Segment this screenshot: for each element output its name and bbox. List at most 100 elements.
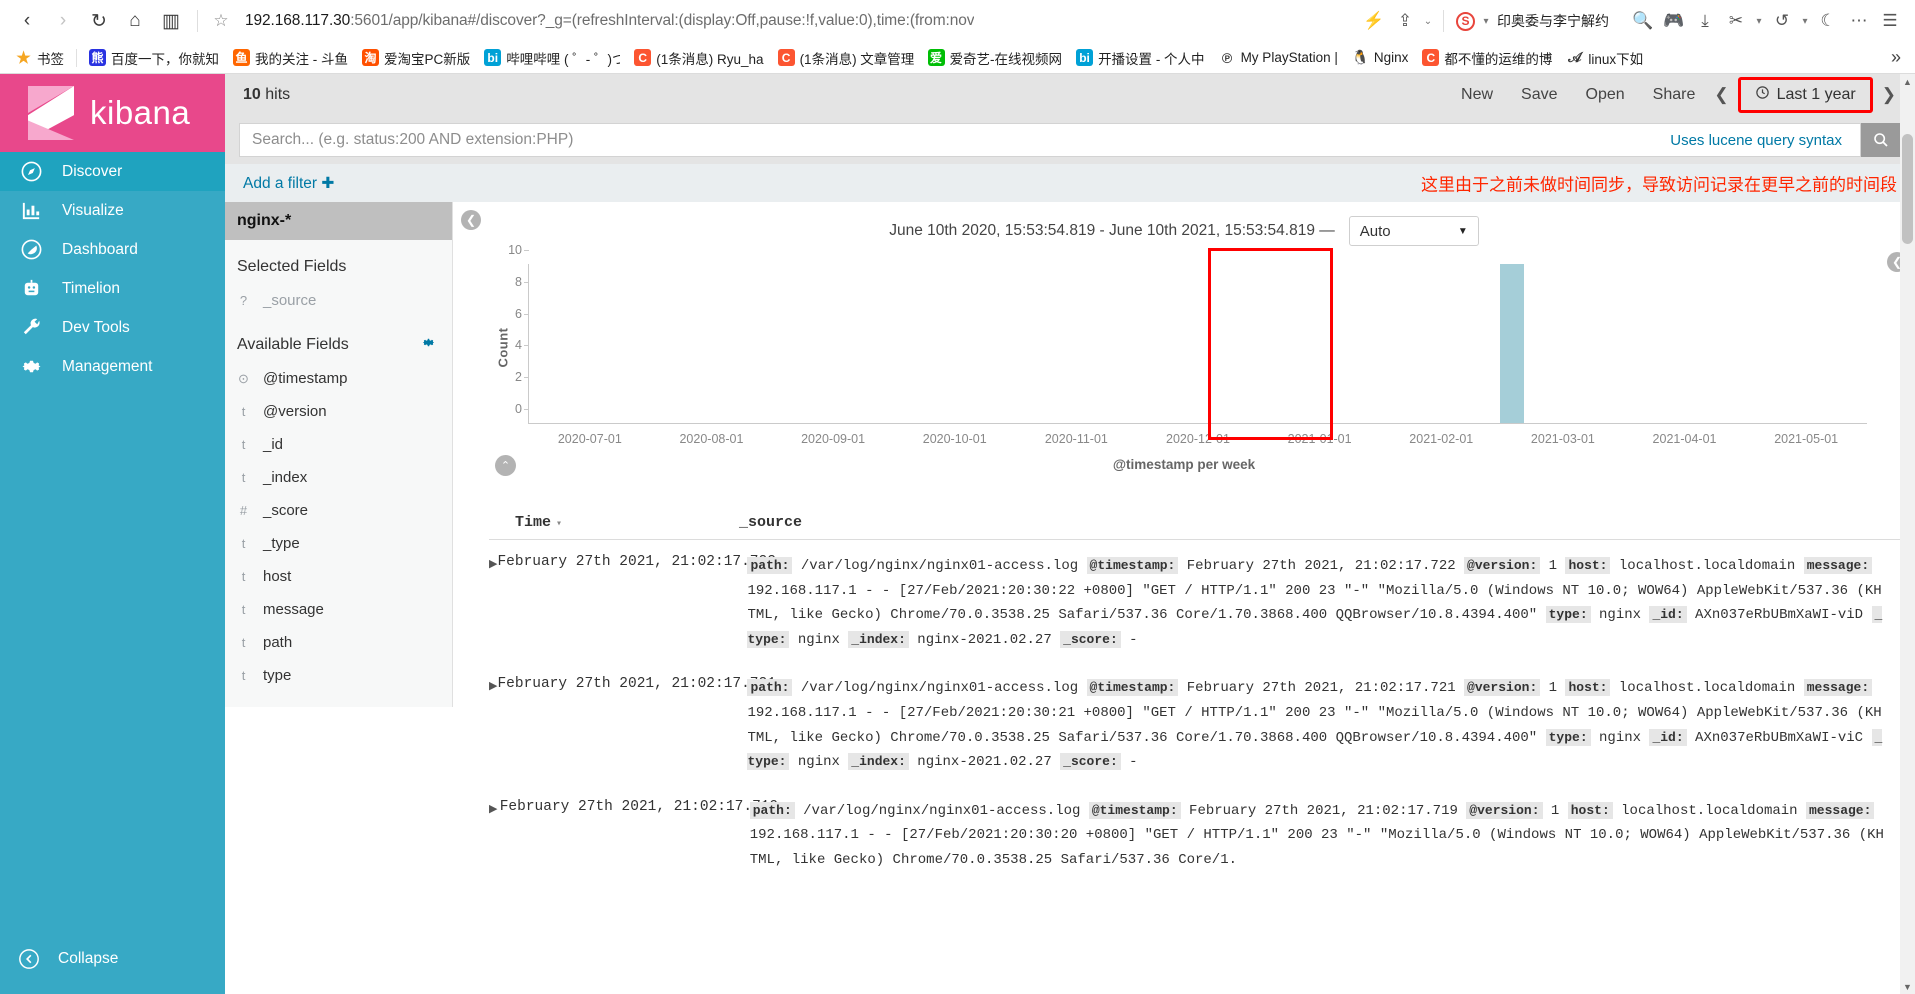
home-button[interactable]: ⌂	[118, 4, 152, 38]
field-item[interactable]: t _type	[225, 527, 452, 560]
chart-bar[interactable]	[1500, 264, 1525, 423]
lightning-icon[interactable]: ⚡	[1359, 6, 1389, 36]
bookmark-item[interactable]: bi 开播设置 - 个人中	[1069, 45, 1212, 71]
field-item[interactable]: t _index	[225, 461, 452, 494]
game-icon[interactable]: 🎮	[1659, 6, 1689, 36]
field-item[interactable]: ? _source	[225, 284, 452, 317]
source-field-key: @timestamp:	[1088, 801, 1181, 819]
field-panel: nginx-* Selected Fields ? _source Availab…	[225, 202, 453, 707]
sidebar-item-visualize[interactable]: Visualize	[0, 191, 225, 230]
bookmarks-overflow-button[interactable]: »	[1885, 47, 1907, 68]
source-field-key: path:	[747, 557, 793, 574]
chart-x-tick: 2020-08-01	[679, 432, 744, 446]
sidebar-item-discover[interactable]: Discover	[0, 152, 225, 191]
field-item[interactable]: t host	[225, 560, 452, 593]
bookmark-item[interactable]: ℗ My PlayStation |	[1212, 45, 1345, 71]
back-button[interactable]: ‹	[10, 4, 44, 38]
bar-chart-icon	[18, 198, 44, 224]
sidebar-item-dashboard[interactable]: Dashboard	[0, 230, 225, 269]
menu-icon[interactable]: ☰	[1875, 6, 1905, 36]
bookmark-item[interactable]: 淘爱淘宝PC新版	[355, 45, 477, 71]
moon-icon[interactable]: ☾	[1813, 6, 1843, 36]
bookmark-item[interactable]: 🐧 Nginx	[1345, 45, 1416, 71]
bookmark-item[interactable]: C 都不懂的运维的博	[1415, 45, 1559, 71]
field-item[interactable]: ⊙ @timestamp	[225, 362, 452, 395]
column-header-time[interactable]: Time ▾	[489, 514, 739, 531]
field-item[interactable]: t _id	[225, 428, 452, 461]
bookmark-item[interactable]: bi 哔哩哔哩 ( ゜- ゜)つ	[477, 45, 627, 71]
time-prev-button[interactable]: ❮	[1709, 85, 1733, 105]
discover-main: nginx-* Selected Fields ? _source Availab…	[225, 202, 1915, 994]
bookmark-star-icon[interactable]: ☆	[207, 11, 235, 31]
field-name: _id	[263, 436, 284, 453]
source-field-value: February 27th 2021, 21:02:17.722	[1178, 558, 1465, 574]
source-field-value: /var/log/nginx/nginx01-access.log	[792, 680, 1087, 697]
chart-collapse-arrow-icon[interactable]: ⌃	[495, 455, 516, 476]
search-bar[interactable]: Search... (e.g. status:200 AND extension…	[239, 123, 1861, 157]
reload-button[interactable]: ↻	[82, 4, 116, 38]
share-icon[interactable]: ⇪	[1390, 6, 1420, 36]
scroll-up-arrow-icon[interactable]: ▲	[1900, 74, 1915, 89]
sidebar-item-management[interactable]: Management	[0, 347, 225, 386]
chart-plot-area[interactable]: 0 2 4 6 8 10 2020-07-01 2020-08-01 2020-09-01 202…	[508, 243, 1867, 446]
sidebar-item-timelion[interactable]: Timelion	[0, 269, 225, 308]
field-item[interactable]: # _score	[225, 494, 452, 527]
source-field-value: localhost.localdomain	[1612, 802, 1806, 819]
bookmark-item[interactable]: C (1条消息) 文章管理	[771, 45, 921, 71]
lucene-syntax-link[interactable]: Uses lucene query syntax	[1670, 132, 1848, 149]
chevron-down-icon[interactable]: ▾	[1752, 6, 1766, 36]
expand-row-caret-icon[interactable]: ▶	[489, 676, 497, 774]
download-icon[interactable]: ⤓	[1690, 6, 1720, 36]
sogou-search-widget[interactable]: S ▾ 印奥委与李宁解约	[1456, 6, 1609, 36]
cell-source: path: /var/log/nginx/nginx01-access.log …	[749, 799, 1915, 873]
chevron-down-icon[interactable]: ▾	[1479, 6, 1493, 36]
search-icon[interactable]: 🔍	[1628, 6, 1658, 36]
bookmark-item[interactable]: 鱼我的关注 - 斗鱼	[226, 45, 355, 71]
table-row[interactable]: ▶ February 27th 2021, 21:02:17.719 path: /…	[489, 785, 1915, 883]
table-row[interactable]: ▶ February 27th 2021, 21:02:17.722 path: /…	[489, 540, 1915, 662]
undo-icon[interactable]: ↺	[1767, 6, 1797, 36]
expand-row-caret-icon[interactable]: ▶	[489, 799, 500, 873]
scroll-down-arrow-icon[interactable]: ▼	[1900, 979, 1915, 994]
sort-caret-icon: ▾	[556, 519, 563, 530]
vertical-scrollbar[interactable]: ▲ ▼	[1900, 74, 1915, 994]
search-input[interactable]: Search... (e.g. status:200 AND extension…	[252, 131, 1670, 149]
sogou-hot-topic[interactable]: 印奥委与李宁解约	[1497, 11, 1609, 31]
table-row[interactable]: ▶ February 27th 2021, 21:02:17.721 path: /…	[489, 662, 1915, 784]
scissors-icon[interactable]: ✂	[1721, 6, 1751, 36]
add-filter-button[interactable]: Add a filter ✚	[243, 174, 334, 193]
index-pattern-selector[interactable]: nginx-*	[225, 202, 452, 240]
save-button[interactable]: Save	[1507, 86, 1571, 104]
bookmark-item[interactable]: 𝒜linux下如	[1559, 45, 1650, 71]
time-range-picker[interactable]: Last 1 year	[1737, 77, 1873, 113]
search-submit-button[interactable]	[1861, 123, 1901, 157]
interval-value: Auto	[1359, 222, 1391, 240]
scrollbar-thumb[interactable]	[1902, 134, 1913, 244]
gear-icon[interactable]	[421, 335, 436, 354]
more-icon[interactable]: ⋯	[1844, 6, 1874, 36]
interval-select[interactable]: Auto ▼	[1348, 216, 1479, 246]
share-button[interactable]: Share	[1639, 86, 1710, 104]
expand-row-caret-icon[interactable]: ▶	[489, 554, 497, 652]
reader-mode-icon[interactable]: ▥	[154, 4, 188, 38]
field-item[interactable]: t message	[225, 593, 452, 626]
bookmark-item[interactable]: C (1条消息) Ryu_ha	[627, 45, 770, 71]
chevron-down-icon[interactable]: ⌄	[1421, 6, 1435, 36]
sidebar-collapse-button[interactable]: Collapse	[0, 940, 225, 978]
time-next-button[interactable]: ❯	[1877, 85, 1901, 105]
open-button[interactable]: Open	[1572, 86, 1639, 104]
field-item[interactable]: t @version	[225, 395, 452, 428]
forward-button[interactable]: ›	[46, 4, 80, 38]
address-bar[interactable]: ☆ 192.168.117.30:5601/app/kibana#/discov…	[207, 4, 1357, 38]
chevron-down-icon[interactable]: ▾	[1798, 6, 1812, 36]
bookmark-item[interactable]: 熊百度一下，你就知	[82, 45, 226, 71]
kibana-logo[interactable]: kibana	[0, 74, 225, 152]
field-item[interactable]: t path	[225, 626, 452, 659]
sidebar-item-dev-tools[interactable]: Dev Tools	[0, 308, 225, 347]
csdn-icon: C	[1422, 49, 1440, 66]
new-button[interactable]: New	[1447, 86, 1507, 104]
field-item[interactable]: t type	[225, 659, 452, 692]
bookmark-item[interactable]: 爱爱奇艺-在线视频网	[921, 45, 1070, 71]
bookmark-item[interactable]: ★ 书签	[8, 45, 71, 71]
collapse-sidebar-arrow-icon[interactable]: ❮	[461, 210, 481, 230]
